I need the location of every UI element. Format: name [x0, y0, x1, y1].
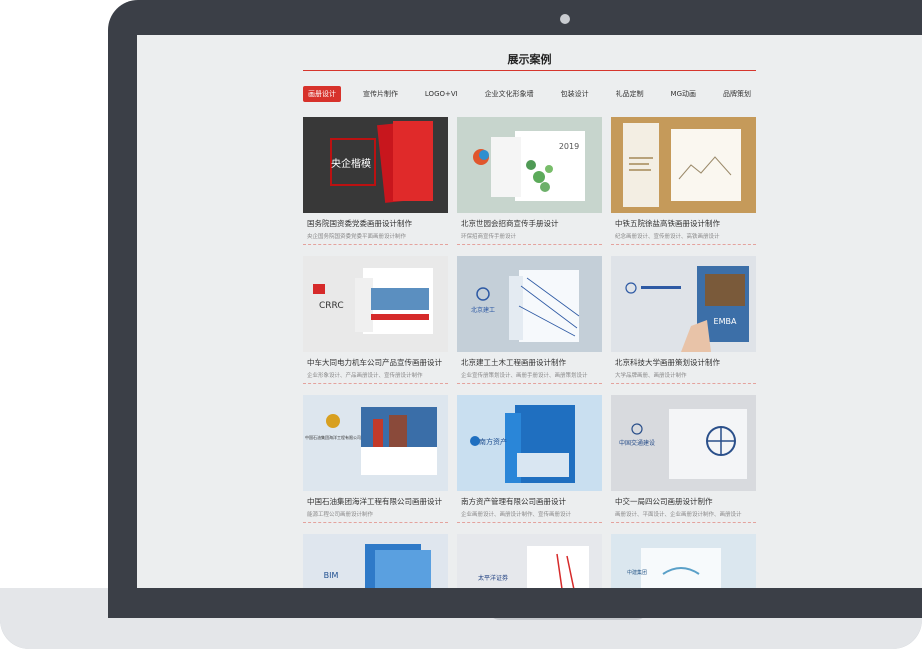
case-thumbnail[interactable]: 北京建工 — [457, 256, 602, 352]
thumb-text: 央企楷模 — [331, 157, 371, 170]
tab-mg-animation[interactable]: MG动画 — [666, 86, 701, 102]
tab-culture-wall[interactable]: 企业文化形象墙 — [480, 86, 539, 102]
case-subtitle: 大学品牌画册、画册设计制作 — [615, 373, 687, 379]
case-card[interactable]: 中建集团 — [611, 534, 756, 588]
card-divider — [457, 522, 602, 524]
case-subtitle: 环保招商宣传手册设计 — [461, 234, 517, 240]
case-card[interactable]: 2019 北京世园会招商宣传手册设计 环保招商宣传手册设计 — [457, 117, 602, 247]
category-tabs: 画册设计 宣传片制作 LOGO+VI 企业文化形象墙 包装设计 礼品定制 MG动… — [303, 85, 756, 103]
case-card[interactable]: BIM — [303, 534, 448, 588]
case-card[interactable]: 太平洋证券 — [457, 534, 602, 588]
card-divider — [457, 244, 602, 246]
tab-brochure[interactable]: 画册设计 — [303, 86, 341, 102]
thumb-text: 中建集团 — [627, 569, 647, 576]
card-divider — [303, 244, 448, 246]
thumb-text: CRRC — [319, 301, 344, 311]
card-divider — [303, 383, 448, 385]
case-thumbnail[interactable]: BIM — [303, 534, 448, 588]
tab-promo-video[interactable]: 宣传片制作 — [358, 86, 403, 102]
thumb-text: 中国交通建设 — [619, 439, 655, 447]
tab-gifts[interactable]: 礼品定制 — [611, 86, 649, 102]
case-card[interactable]: 南方资产 南方资产管理有限公司画册设计 企业画册设计、画册设计制作、宣传画册设计 — [457, 395, 602, 525]
case-subtitle: 纪念画册设计、宣传册设计、高铁画册设计 — [615, 234, 720, 240]
case-title[interactable]: 南方资产管理有限公司画册设计 — [461, 496, 566, 507]
case-thumbnail[interactable]: 南方资产 — [457, 395, 602, 491]
case-card[interactable]: 中铁五院徐盐高铁画册设计制作 纪念画册设计、宣传册设计、高铁画册设计 — [611, 117, 756, 247]
case-subtitle: 能源工程公司画册设计制作 — [307, 512, 374, 518]
case-thumbnail[interactable]: CRRC — [303, 256, 448, 352]
thumb-text: 中国石油集团海洋工程有限公司 — [305, 434, 361, 440]
case-card[interactable]: 央企楷模 国务院国资委党委画册设计制作 央企国务院国资委党委平面画册设计制作 — [303, 117, 448, 247]
case-thumbnail[interactable]: 太平洋证券 — [457, 534, 602, 588]
case-thumbnail[interactable]: 2019 — [457, 117, 602, 213]
card-divider — [611, 383, 756, 385]
case-subtitle: 企业形象设计、产品画册设计、宣传册设计制作 — [307, 373, 423, 379]
title-underline — [303, 70, 756, 71]
screen: 展示案例 画册设计 宣传片制作 LOGO+VI 企业文化形象墙 包装设计 礼品定… — [137, 35, 922, 588]
thumb-text: 2019 — [559, 142, 579, 151]
tab-brand-planning[interactable]: 品牌策划 — [718, 86, 756, 102]
case-subtitle: 企业宣传册策划设计、画册手册设计、画册策划设计 — [461, 373, 588, 379]
thumb-text: 太平洋证券 — [478, 574, 508, 582]
case-subtitle: 央企国务院国资委党委平面画册设计制作 — [307, 234, 407, 240]
case-title[interactable]: 中交一局四公司画册设计制作 — [615, 496, 713, 507]
camera-icon — [560, 14, 570, 24]
card-divider — [303, 522, 448, 524]
case-title[interactable]: 国务院国资委党委画册设计制作 — [307, 218, 412, 229]
card-divider — [611, 244, 756, 246]
case-title[interactable]: 中铁五院徐盐高铁画册设计制作 — [615, 218, 720, 229]
case-subtitle: 画册设计、平面设计、企业画册设计制作、画册设计 — [615, 512, 742, 518]
case-title[interactable]: 中国石油集团海洋工程有限公司画册设计 — [307, 496, 442, 507]
thumb-text: 北京建工 — [471, 306, 495, 314]
card-divider — [457, 383, 602, 385]
case-card[interactable]: EMBA 北京科技大学画册策划设计制作 大学品牌画册、画册设计制作 — [611, 256, 756, 386]
thumb-text: BIM — [324, 571, 339, 580]
case-thumbnail[interactable]: 中建集团 — [611, 534, 756, 588]
case-title[interactable]: 中车大同电力机车公司产品宣传画册设计 — [307, 357, 442, 368]
case-thumbnail[interactable]: EMBA — [611, 256, 756, 352]
case-thumbnail[interactable]: 中国交通建设 — [611, 395, 756, 491]
thumb-text: 南方资产 — [479, 437, 507, 446]
section-title: 展示案例 — [507, 53, 552, 66]
case-card[interactable]: 中国交通建设 中交一局四公司画册设计制作 画册设计、平面设计、企业画册设计制作、… — [611, 395, 756, 525]
case-card[interactable]: 中国石油集团海洋工程有限公司 中国石油集团海洋工程有限公司画册设计 能源工程公司… — [303, 395, 448, 525]
case-thumbnail[interactable] — [611, 117, 756, 213]
case-card[interactable]: CRRC 中车大同电力机车公司产品宣传画册设计 企业形象设计、产品画册设计、宣传… — [303, 256, 448, 386]
case-thumbnail[interactable]: 央企楷模 — [303, 117, 448, 213]
case-thumbnail[interactable]: 中国石油集团海洋工程有限公司 — [303, 395, 448, 491]
case-title[interactable]: 北京世园会招商宣传手册设计 — [461, 218, 559, 229]
case-subtitle: 企业画册设计、画册设计制作、宣传画册设计 — [461, 512, 572, 518]
case-title[interactable]: 北京建工土木工程画册设计制作 — [461, 357, 566, 368]
thumb-text: EMBA — [714, 317, 737, 326]
tab-logo-vi[interactable]: LOGO+VI — [420, 87, 463, 101]
card-divider — [611, 522, 756, 524]
case-title[interactable]: 北京科技大学画册策划设计制作 — [615, 357, 720, 368]
tab-packaging[interactable]: 包装设计 — [556, 86, 594, 102]
case-card[interactable]: 北京建工 北京建工土木工程画册设计制作 企业宣传册策划设计、画册手册设计、画册策… — [457, 256, 602, 386]
